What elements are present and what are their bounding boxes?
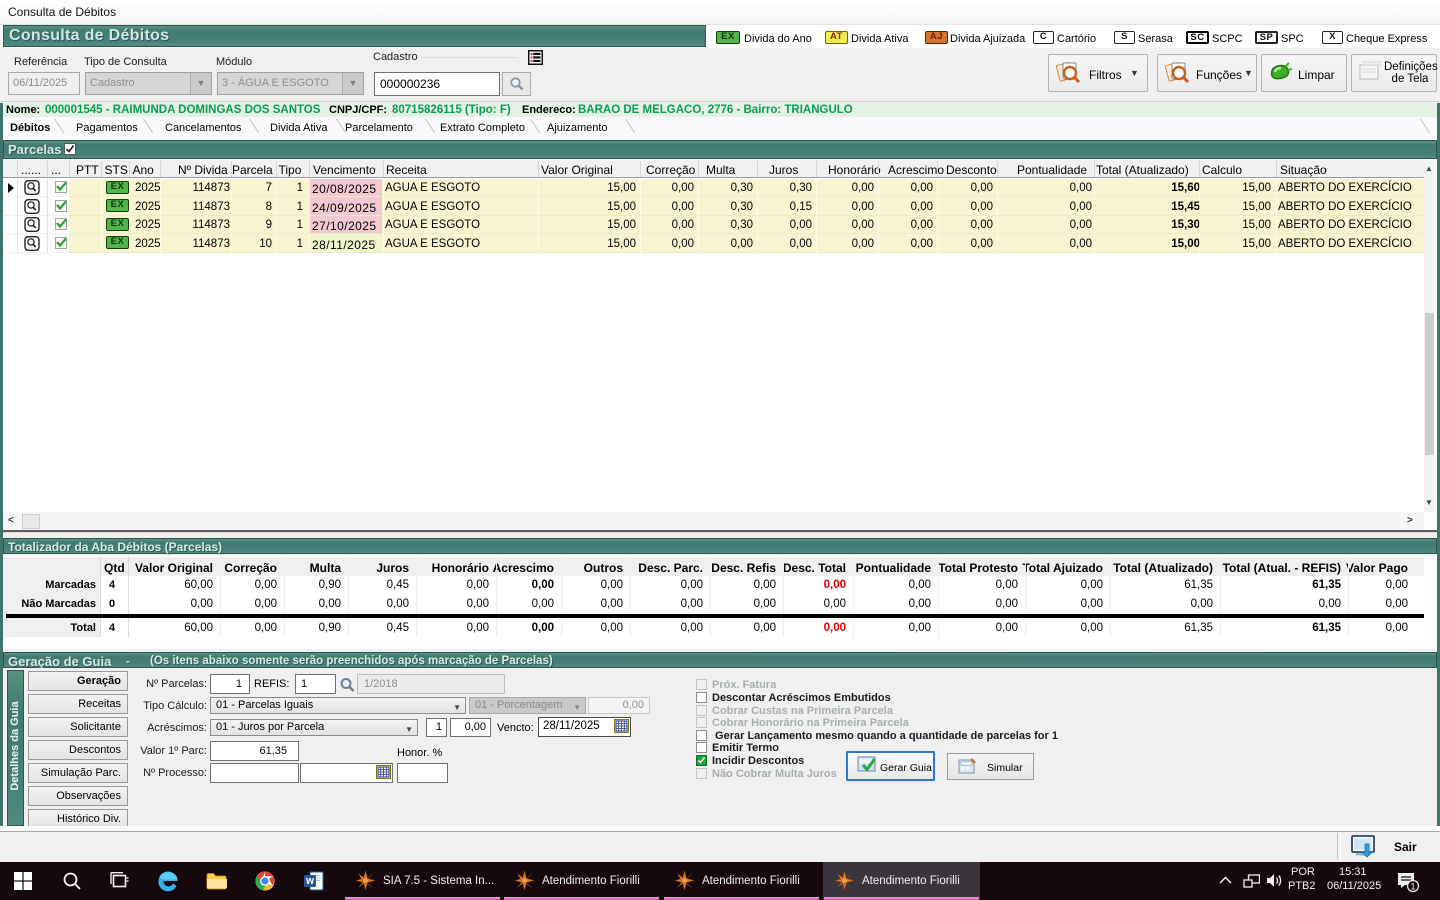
svg-text:1: 1 — [1410, 882, 1415, 892]
